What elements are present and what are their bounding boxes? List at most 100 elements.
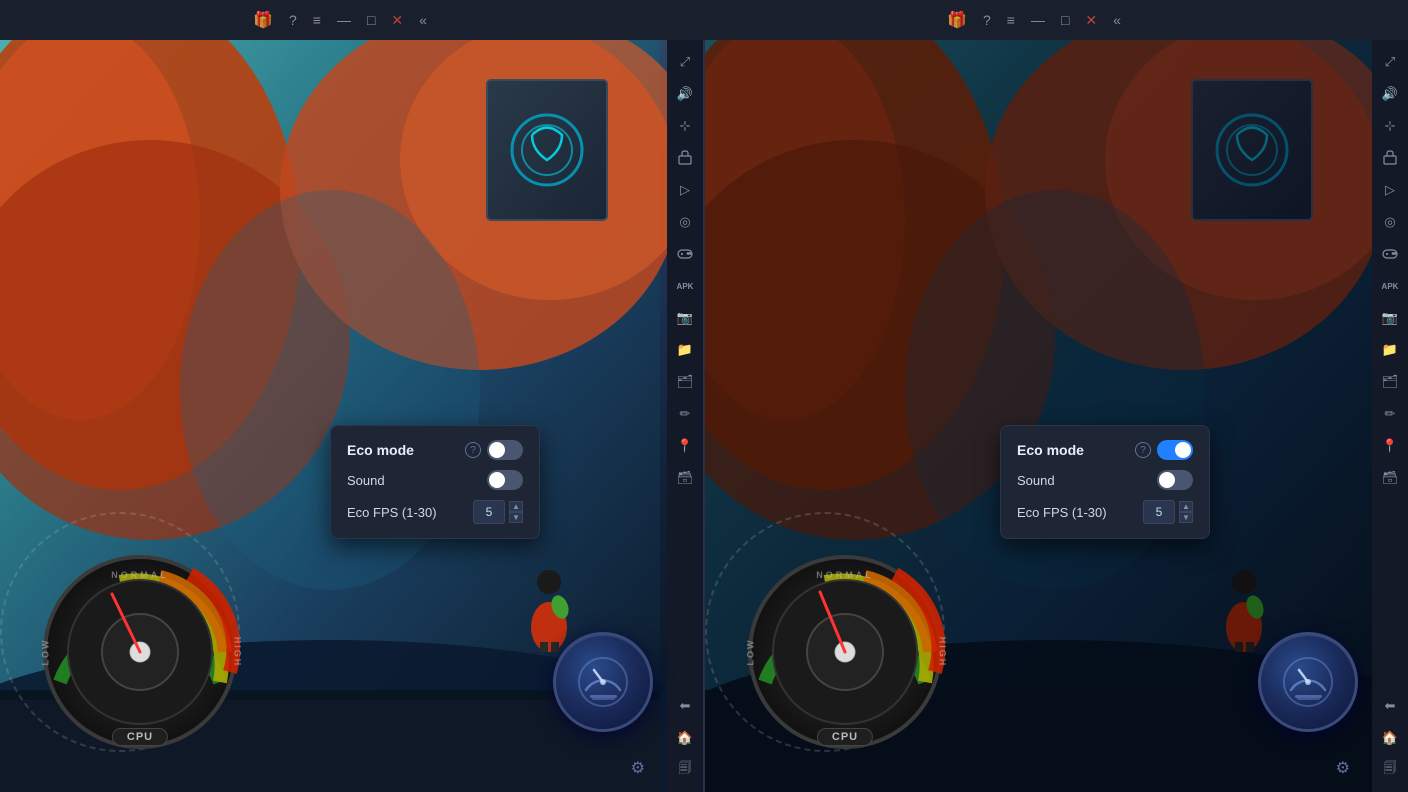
- close-icon-right[interactable]: ✕: [1085, 12, 1097, 29]
- sidebar-recent-right[interactable]: 🗐: [1376, 756, 1404, 784]
- minimize-icon-right[interactable]: —: [1031, 12, 1045, 28]
- titlebar-right: 🎁 ? ≡ — □ ✕ «: [670, 10, 1398, 30]
- fps-down-right[interactable]: ▼: [1179, 512, 1193, 523]
- sidebar-package-right[interactable]: [1376, 144, 1404, 172]
- fps-spinner-right: 5 ▲ ▼: [1143, 500, 1193, 524]
- fps-label-right: Eco FPS (1-30): [1017, 505, 1107, 520]
- gauge-high-left: HIGH: [232, 637, 242, 668]
- eco-mode-toggle-left[interactable]: [487, 440, 523, 460]
- gauge-body-right: NORMAL LOW HIGH CPU: [745, 552, 945, 752]
- cpu-gauge-container-right: NORMAL LOW HIGH CPU: [725, 532, 965, 772]
- sidebar-files-left[interactable]: 🗂: [671, 368, 699, 396]
- sidebar-package-left[interactable]: [671, 144, 699, 172]
- gauge-svg-right: [745, 552, 945, 752]
- sound-row-right: Sound: [1017, 470, 1193, 490]
- gift-icon-left[interactable]: 🎁: [253, 10, 273, 30]
- gauge-label-left: CPU: [112, 728, 168, 746]
- speed-meter-icon-left: [576, 655, 631, 710]
- sidebar-gamepad-right[interactable]: [1376, 240, 1404, 268]
- settings-btn-right[interactable]: ⚙: [1336, 758, 1350, 778]
- back-icon-right[interactable]: «: [1113, 12, 1121, 28]
- sidebar-expand-right[interactable]: ⤢: [1376, 48, 1404, 76]
- eco-mode-row-left: Eco mode ?: [347, 440, 523, 460]
- sidebar-left: ⤢ 🔊 ⊹ ▷ ◎ APK 📷 📁 🗂 ✏ 📍 🗃 ⬅ 🏠 🗐: [667, 40, 703, 792]
- sidebar-folder-right[interactable]: 📁: [1376, 336, 1404, 364]
- gauge-low-left: LOW: [41, 639, 51, 666]
- menu-icon-left[interactable]: ≡: [313, 12, 321, 28]
- sound-toggle-left[interactable]: [487, 470, 523, 490]
- sidebar-camera-left[interactable]: 📷: [671, 304, 699, 332]
- gift-icon-right[interactable]: 🎁: [947, 10, 967, 30]
- minimize-icon-left[interactable]: —: [337, 12, 351, 28]
- maximize-icon-left[interactable]: □: [367, 12, 375, 28]
- gauge-high-right: HIGH: [937, 637, 947, 668]
- fps-up-left[interactable]: ▲: [509, 501, 523, 512]
- speed-meter-btn-right[interactable]: [1258, 632, 1358, 732]
- help-icon-left[interactable]: ?: [289, 12, 297, 28]
- sidebar-expand-left[interactable]: ⤢: [671, 48, 699, 76]
- sidebar-cursor-right[interactable]: ⊹: [1376, 112, 1404, 140]
- menu-icon-right[interactable]: ≡: [1007, 12, 1015, 28]
- sound-toggle-right[interactable]: [1157, 470, 1193, 490]
- titlebar: 🎁 ? ≡ — □ ✕ « 🎁 ? ≡ — □ ✕ «: [0, 0, 1408, 40]
- sidebar-back-left[interactable]: ⬅: [671, 692, 699, 720]
- fps-row-left: Eco FPS (1-30) 5 ▲ ▼: [347, 500, 523, 524]
- sidebar-pin-right[interactable]: 📍: [1376, 432, 1404, 460]
- character-left: [522, 552, 577, 652]
- maximize-icon-right[interactable]: □: [1061, 12, 1069, 28]
- sidebar-stack-right[interactable]: 🗃: [1376, 464, 1404, 492]
- sidebar-apk-right[interactable]: APK: [1376, 272, 1404, 300]
- sidebar-stack-left[interactable]: 🗃: [671, 464, 699, 492]
- sidebar-target-left[interactable]: ◎: [671, 208, 699, 236]
- eco-help-icon-right[interactable]: ?: [1135, 442, 1151, 458]
- fps-value-left: 5: [473, 500, 505, 524]
- gauge-svg-left: [40, 552, 240, 752]
- sidebar-home-right[interactable]: 🏠: [1376, 724, 1404, 752]
- eco-mode-title-right: Eco mode: [1017, 442, 1084, 458]
- sidebar-recent-left[interactable]: 🗐: [671, 756, 699, 784]
- fps-spinner-left: 5 ▲ ▼: [473, 500, 523, 524]
- titlebar-left: 🎁 ? ≡ — □ ✕ «: [10, 10, 670, 30]
- eco-popup-left: Eco mode ? Sound Eco FPS (1-30) 5 ▲ ▼: [330, 425, 540, 539]
- main-content: ⤢ 🔊 ⊹ ▷ ◎ APK 📷 📁 🗂 ✏ 📍 🗃 ⬅ 🏠 🗐: [0, 40, 1408, 792]
- sidebar-back-right[interactable]: ⬅: [1376, 692, 1404, 720]
- sidebar-play-right[interactable]: ▷: [1376, 176, 1404, 204]
- sidebar-target-right[interactable]: ◎: [1376, 208, 1404, 236]
- settings-btn-left[interactable]: ⚙: [631, 758, 645, 778]
- sidebar-gamepad-left[interactable]: [671, 240, 699, 268]
- gauge-low-right: LOW: [746, 639, 756, 666]
- eco-help-icon-left[interactable]: ?: [465, 442, 481, 458]
- sidebar-play-left[interactable]: ▷: [671, 176, 699, 204]
- character-svg-left: [522, 552, 577, 652]
- fps-value-right: 5: [1143, 500, 1175, 524]
- sidebar-pin-left[interactable]: 📍: [671, 432, 699, 460]
- portal-svg-right: [1172, 70, 1332, 240]
- portal-object-right: [1172, 70, 1332, 240]
- sidebar-sound-left[interactable]: 🔊: [671, 80, 699, 108]
- speed-meter-btn-left[interactable]: [553, 632, 653, 732]
- portal-object-left: [467, 70, 627, 240]
- left-panel: ⤢ 🔊 ⊹ ▷ ◎ APK 📷 📁 🗂 ✏ 📍 🗃 ⬅ 🏠 🗐: [0, 40, 704, 792]
- fps-up-right[interactable]: ▲: [1179, 501, 1193, 512]
- speed-meter-icon-right: [1281, 655, 1336, 710]
- gauge-body-left: NORMAL LOW HIGH CPU: [40, 552, 240, 752]
- sidebar-cursor-left[interactable]: ⊹: [671, 112, 699, 140]
- sidebar-edit-left[interactable]: ✏: [671, 400, 699, 428]
- sidebar-home-left[interactable]: 🏠: [671, 724, 699, 752]
- eco-mode-title-left: Eco mode: [347, 442, 414, 458]
- fps-arrows-right: ▲ ▼: [1179, 501, 1193, 523]
- sidebar-edit-right[interactable]: ✏: [1376, 400, 1404, 428]
- sidebar-sound-right[interactable]: 🔊: [1376, 80, 1404, 108]
- eco-mode-row-right: Eco mode ?: [1017, 440, 1193, 460]
- back-icon-left[interactable]: «: [419, 12, 427, 28]
- sidebar-files-right[interactable]: 🗂: [1376, 368, 1404, 396]
- help-icon-right[interactable]: ?: [983, 12, 991, 28]
- portal-svg-left: [467, 70, 627, 240]
- sidebar-apk-left[interactable]: APK: [671, 272, 699, 300]
- sidebar-folder-left[interactable]: 📁: [671, 336, 699, 364]
- close-icon-left[interactable]: ✕: [391, 12, 403, 29]
- fps-down-left[interactable]: ▼: [509, 512, 523, 523]
- eco-mode-toggle-right[interactable]: [1157, 440, 1193, 460]
- sidebar-camera-right[interactable]: 📷: [1376, 304, 1404, 332]
- sound-row-left: Sound: [347, 470, 523, 490]
